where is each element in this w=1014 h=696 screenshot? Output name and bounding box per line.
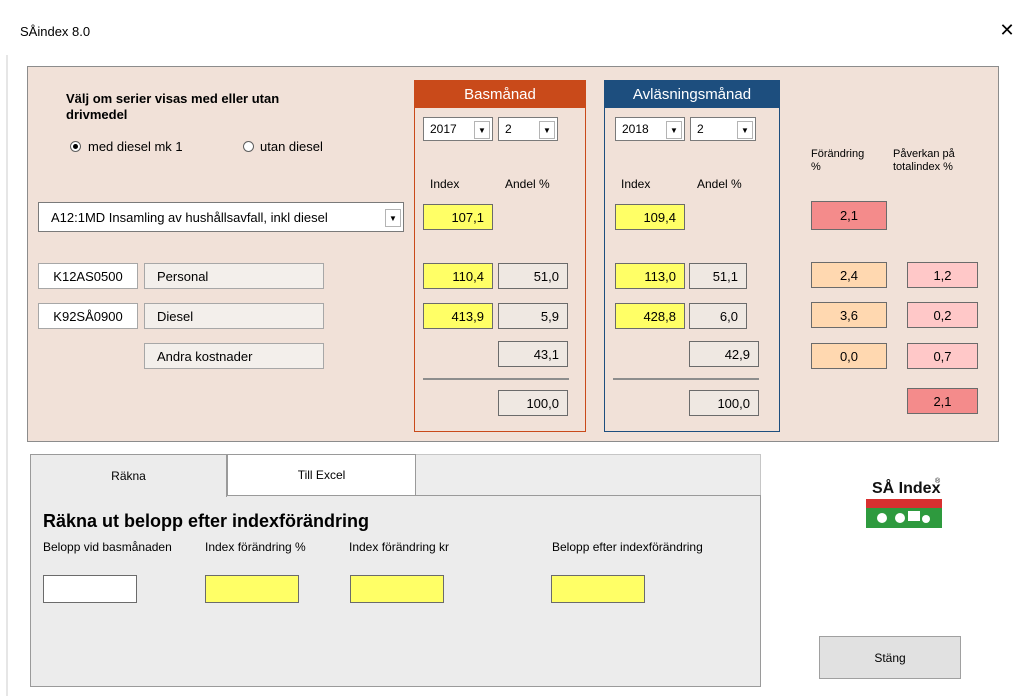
change-personal: 2,4	[811, 262, 887, 288]
reading-sum-divider	[613, 378, 759, 380]
window-title: SÅindex 8.0	[20, 24, 91, 39]
reading-month-header: Avläsningsmånad	[604, 80, 780, 108]
impact-personal: 1,2	[907, 262, 978, 288]
series-select[interactable]: A12:1MD Insamling av hushållsavfall, ink…	[38, 202, 404, 232]
change-diesel: 3,6	[811, 302, 887, 328]
impact-header-line2: totalindex %	[893, 161, 953, 173]
base-other-share: 43,1	[498, 341, 568, 367]
base-amount-input[interactable]	[43, 575, 137, 603]
base-year-value: 2017	[430, 122, 457, 136]
base-personal-index: 110,4	[423, 263, 493, 289]
radio-without-diesel-label[interactable]: utan diesel	[260, 139, 323, 154]
diesel-label: Diesel	[144, 303, 324, 329]
chevron-down-icon[interactable]: ▼	[474, 121, 490, 139]
reading-month-select[interactable]: 2 ▼	[690, 117, 756, 141]
radio-with-diesel[interactable]	[70, 141, 81, 152]
base-diesel-index: 413,9	[423, 303, 493, 329]
tab-excel[interactable]: Till Excel	[227, 454, 416, 496]
series-select-value: A12:1MD Insamling av hushållsavfall, ink…	[51, 209, 328, 225]
index-change-kr-label: Index förändring kr	[349, 540, 450, 554]
calc-heading: Räkna ut belopp efter indexförändring	[43, 511, 370, 531]
amount-after-field	[551, 575, 645, 603]
change-main: 2,1	[811, 201, 887, 230]
reading-index-col-label: Index	[621, 177, 651, 191]
base-index-col-label: Index	[430, 177, 460, 191]
logo-text: SÅ Index	[872, 478, 941, 497]
reading-total-share: 100,0	[689, 390, 759, 416]
reading-personal-share: 51,1	[689, 263, 747, 289]
choice-heading-line1: Välj om serier visas med eller utan	[66, 91, 280, 106]
reading-month-value: 2	[697, 122, 704, 136]
sa-index-logo: SÅ Index ®	[862, 473, 945, 531]
change-header-line2: %	[811, 161, 821, 173]
base-share-col-label: Andel %	[505, 177, 550, 191]
impact-other: 0,7	[907, 343, 978, 369]
close-button[interactable]: Stäng	[819, 636, 961, 679]
base-amount-label: Belopp vid basmånaden	[43, 540, 172, 554]
base-main-index: 107,1	[423, 204, 493, 230]
base-month-value: 2	[505, 122, 512, 136]
reading-year-select[interactable]: 2018 ▼	[615, 117, 685, 141]
title-bar	[0, 0, 1014, 55]
base-month-select[interactable]: 2 ▼	[498, 117, 558, 141]
base-sum-divider	[423, 378, 569, 380]
base-year-select[interactable]: 2017 ▼	[423, 117, 493, 141]
reading-year-value: 2018	[622, 122, 649, 136]
base-month-header: Basmånad	[414, 80, 586, 108]
reading-diesel-index: 428,8	[615, 303, 685, 329]
reading-diesel-share: 6,0	[689, 303, 747, 329]
reading-share-col-label: Andel %	[697, 177, 742, 191]
tab-calculate[interactable]: Räkna	[30, 454, 227, 497]
index-change-kr-field	[350, 575, 444, 603]
personal-code: K12AS0500	[38, 263, 138, 289]
chevron-down-icon[interactable]: ▼	[539, 121, 555, 139]
index-change-pct-label: Index förändring %	[205, 540, 306, 554]
logo-mark: ®	[935, 477, 941, 485]
close-icon[interactable]: ✕	[999, 18, 1014, 42]
change-header-line1: Förändring	[811, 148, 865, 160]
radio-with-diesel-label[interactable]: med diesel mk 1	[88, 139, 183, 154]
reading-other-share: 42,9	[689, 341, 759, 367]
personal-label: Personal	[144, 263, 324, 289]
index-change-pct-field	[205, 575, 299, 603]
chevron-down-icon[interactable]: ▼	[385, 209, 401, 227]
chevron-down-icon[interactable]: ▼	[737, 121, 753, 139]
other-costs-label: Andra kostnader	[144, 343, 324, 369]
change-other: 0,0	[811, 343, 887, 369]
amount-after-label: Belopp efter indexförändring	[552, 540, 703, 554]
impact-header-line1: Påverkan på	[893, 148, 955, 160]
window-border	[6, 55, 8, 696]
impact-total: 2,1	[907, 388, 978, 414]
chevron-down-icon[interactable]: ▼	[666, 121, 682, 139]
diesel-code: K92SÅ0900	[38, 303, 138, 329]
reading-main-index: 109,4	[615, 204, 685, 230]
choice-heading-line2: drivmedel	[66, 107, 128, 122]
impact-diesel: 0,2	[907, 302, 978, 328]
base-total-share: 100,0	[498, 390, 568, 416]
radio-without-diesel[interactable]	[243, 141, 254, 152]
base-personal-share: 51,0	[498, 263, 568, 289]
reading-personal-index: 113,0	[615, 263, 685, 289]
base-diesel-share: 5,9	[498, 303, 568, 329]
